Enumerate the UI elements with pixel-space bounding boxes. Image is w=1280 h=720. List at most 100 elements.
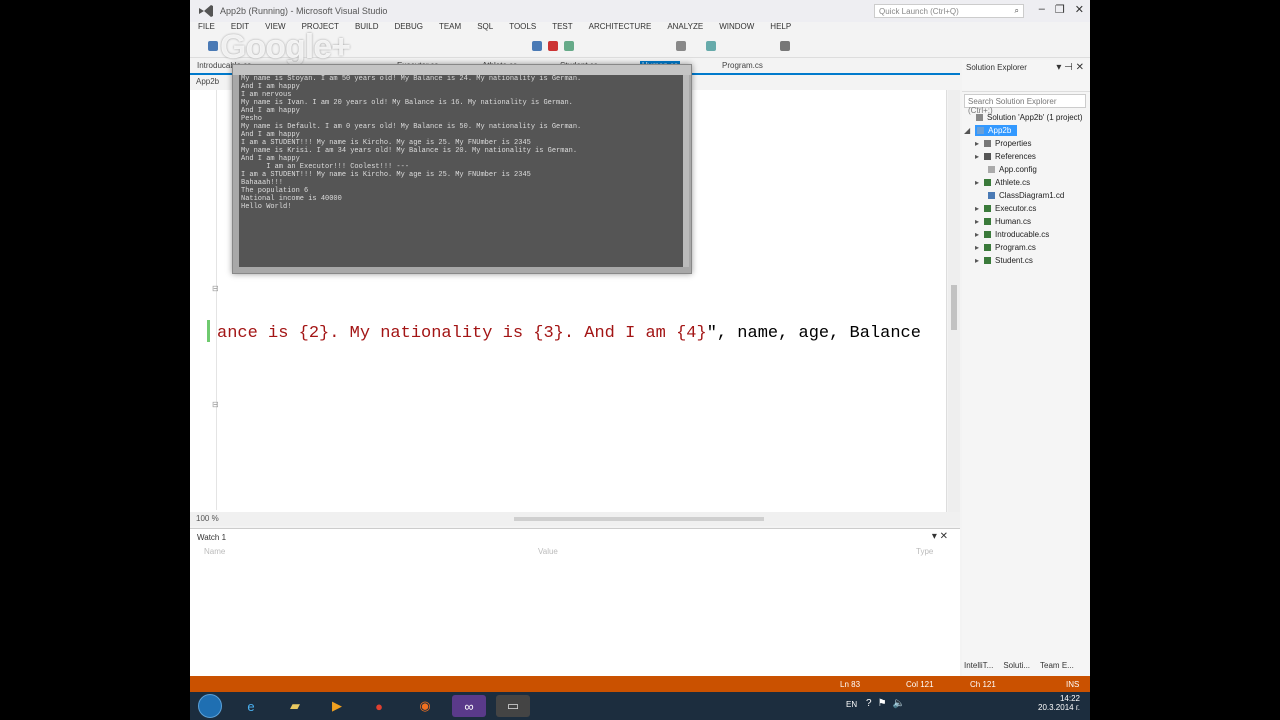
tree-item-classdiagram[interactable]: ClassDiagram1.cd xyxy=(988,191,1064,200)
tree-item-program[interactable]: ▸ Program.cs xyxy=(975,243,1036,252)
console-scrollbar[interactable] xyxy=(683,75,689,267)
tree-item-properties[interactable]: ▸ Properties xyxy=(975,139,1031,148)
status-line: Ln 83 xyxy=(840,680,861,689)
zoom-level[interactable]: 100 % xyxy=(196,514,219,523)
start-button[interactable] xyxy=(198,694,222,718)
flag-icon[interactable]: ⚑ xyxy=(878,698,887,709)
console-line: My name is Ivan. I am 20 years old! My B… xyxy=(241,99,573,107)
menu-file[interactable]: FILE xyxy=(198,22,215,36)
visual-studio-icon xyxy=(199,5,213,17)
maximize-icon[interactable]: ❐ xyxy=(1055,3,1065,16)
csharp-file-icon xyxy=(984,205,992,212)
console-line: I am a STUDENT!!! My name is Kircho. My … xyxy=(241,139,531,147)
tab-team-explorer[interactable]: Team E... xyxy=(1040,661,1074,670)
console-line: And I am happy xyxy=(241,131,300,139)
tab-program[interactable]: Program.cs xyxy=(722,61,763,70)
console-line: And I am happy xyxy=(241,83,300,91)
solution-icon xyxy=(976,114,983,121)
console-line: I am a STUDENT!!! My name is Kircho. My … xyxy=(241,171,531,179)
close-icon[interactable]: ✕ xyxy=(1075,3,1084,16)
language-indicator[interactable]: EN xyxy=(846,700,857,709)
tree-item-appconfig[interactable]: App.config xyxy=(988,165,1037,174)
console-line: Bahaaah!!! xyxy=(241,179,284,187)
folder-icon[interactable]: ▰ xyxy=(278,695,312,717)
clock-date: 20.3.2014 г. xyxy=(1038,703,1080,712)
status-column: Col 121 xyxy=(906,680,934,689)
minimize-icon[interactable]: – xyxy=(1039,3,1045,16)
console-line: National income is 40000 xyxy=(241,195,342,203)
tab-intellitrace[interactable]: IntelliT... xyxy=(964,661,993,670)
clock-time: 14:22 xyxy=(1059,694,1080,703)
watch-col-name: Name xyxy=(204,547,226,556)
menu-help[interactable]: HELP xyxy=(770,22,791,36)
csharp-file-icon xyxy=(984,218,992,225)
fold-icon[interactable]: ⊟ xyxy=(212,284,219,293)
quick-launch-input[interactable]: Quick Launch (Ctrl+Q) ⌕ xyxy=(874,4,1024,18)
volume-icon[interactable]: 🔈 xyxy=(893,698,905,709)
clock[interactable]: 14:22 20.3.2014 г. xyxy=(1038,694,1080,712)
code-string-literal: ance is {2}. My nationality is {3}. And … xyxy=(217,324,707,343)
menu-window[interactable]: WINDOW xyxy=(719,22,754,36)
chrome-icon[interactable]: ● xyxy=(362,695,396,717)
menu-tools[interactable]: TOOLS xyxy=(509,22,536,36)
nav-project[interactable]: App2b xyxy=(196,77,219,86)
csharp-file-icon xyxy=(984,257,992,264)
solution-node[interactable]: Solution 'App2b' (1 project) xyxy=(976,113,1083,122)
tree-item-references[interactable]: ▸ References xyxy=(975,152,1036,161)
search-icon[interactable]: ⌕ xyxy=(1015,6,1019,16)
code-arguments: ", name, age, Balance xyxy=(706,324,921,343)
fold-icon[interactable]: ⊟ xyxy=(212,400,219,409)
horizontal-scroll-thumb[interactable] xyxy=(514,517,764,521)
tree-item-athlete[interactable]: ▸ Athlete.cs xyxy=(975,178,1030,187)
console-window[interactable]: My name is Stoyan. I am 50 years old! My… xyxy=(232,64,692,274)
console-line: I am nervous xyxy=(241,91,292,99)
menu-architecture[interactable]: ARCHITECTURE xyxy=(589,22,652,36)
hex-icon[interactable] xyxy=(706,41,716,51)
tree-item-student[interactable]: ▸ Student.cs xyxy=(975,256,1033,265)
code-line[interactable]: ance is {2}. My nationality is {3}. And … xyxy=(217,324,921,343)
console-line: And I am happy xyxy=(241,107,300,115)
change-marker xyxy=(207,320,210,342)
tab-solution-explorer[interactable]: Soluti... xyxy=(1003,661,1030,670)
media-player-icon[interactable]: ▶ xyxy=(320,695,354,717)
back-icon[interactable] xyxy=(208,41,218,51)
editor-gutter xyxy=(216,90,217,510)
menu-analyze[interactable]: ANALYZE xyxy=(667,22,703,36)
tree-item-human[interactable]: ▸ Human.cs xyxy=(975,217,1031,226)
step-icon[interactable] xyxy=(676,41,686,51)
menu-team[interactable]: TEAM xyxy=(439,22,461,36)
solution-search-input[interactable]: Search Solution Explorer (Ctrl+;) xyxy=(964,94,1086,115)
watch-col-value: Value xyxy=(538,547,558,556)
firefox-icon[interactable]: ◉ xyxy=(408,695,442,717)
visual-studio-taskbar-icon[interactable]: ∞ xyxy=(452,695,486,717)
references-icon xyxy=(984,153,992,160)
console-line: My name is Krisi. I am 34 years old! My … xyxy=(241,147,578,155)
diagram-icon xyxy=(988,192,995,199)
stop-icon[interactable] xyxy=(548,41,558,51)
status-insert-mode: INS xyxy=(1066,680,1080,689)
menu-test[interactable]: TEST xyxy=(552,22,572,36)
pause-icon[interactable] xyxy=(532,41,542,51)
windows-taskbar: e ▰ ▶ ● ◉ ∞ ▭ EN ? ⚑ 🔈 14:22 20.3.2014 г… xyxy=(190,692,1090,720)
bookmark-icon[interactable] xyxy=(780,41,790,51)
tree-item-introducable[interactable]: ▸ Introducable.cs xyxy=(975,230,1049,239)
editor-vertical-scrollbar[interactable] xyxy=(948,90,960,512)
pin-icon[interactable]: ▾ ⊣ ✕ xyxy=(1056,62,1084,73)
watch-col-type: Type xyxy=(916,547,934,556)
menu-build[interactable]: BUILD xyxy=(355,22,379,36)
close-icon[interactable]: ▾ ✕ xyxy=(932,531,948,542)
scroll-thumb[interactable] xyxy=(951,285,957,330)
menu-sql[interactable]: SQL xyxy=(477,22,493,36)
tree-item-executor[interactable]: ▸ Executor.cs xyxy=(975,204,1036,213)
console-line: Hello World! xyxy=(241,203,292,211)
console-title-bar[interactable] xyxy=(233,65,691,75)
solution-explorer: Solution Explorer ▾ ⊣ ✕ Search Solution … xyxy=(962,60,1090,676)
restart-icon[interactable] xyxy=(564,41,574,51)
bottom-panel-tabs: IntelliT... Soluti... Team E... xyxy=(964,661,1074,670)
menu-debug[interactable]: DEBUG xyxy=(395,22,423,36)
help-icon[interactable]: ? xyxy=(866,698,872,709)
internet-explorer-icon[interactable]: e xyxy=(234,695,268,717)
title-bar: App2b (Running) - Microsoft Visual Studi… xyxy=(190,0,1090,22)
project-node[interactable]: ◢ App2b xyxy=(964,125,1018,136)
console-taskbar-icon[interactable]: ▭ xyxy=(496,695,530,717)
